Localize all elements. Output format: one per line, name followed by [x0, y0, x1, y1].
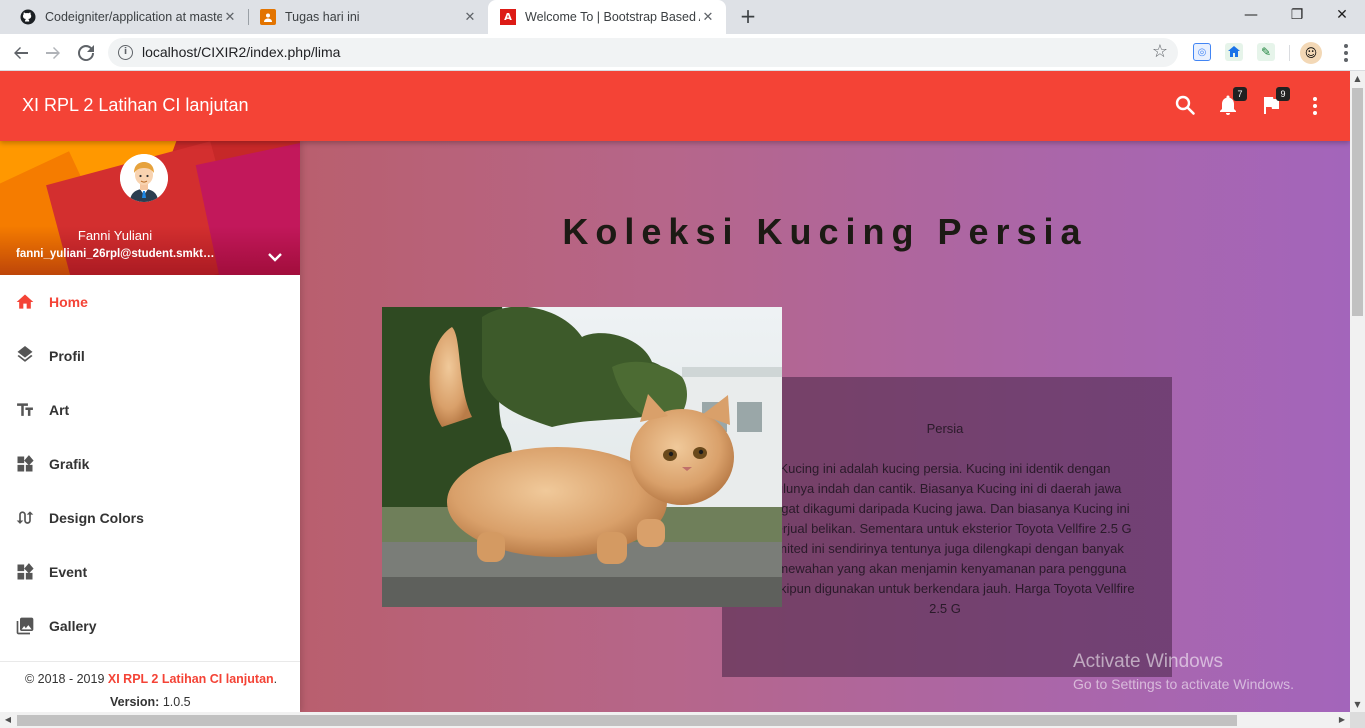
browser-tab[interactable]: Tugas hari ini ✕: [248, 0, 488, 34]
watermark-line-1: Activate Windows: [1073, 651, 1223, 672]
scroll-right-icon[interactable]: ▶: [1334, 712, 1350, 728]
toolbar-separator: [1289, 45, 1290, 61]
url-text: localhost/CIXIR2/index.php/lima: [142, 44, 341, 60]
menu-label: Event: [49, 564, 88, 580]
version-label: Version:: [110, 695, 160, 709]
user-avatar[interactable]: [120, 154, 168, 202]
tab-title: Welcome To | Bootstrap Based Ad: [525, 10, 700, 24]
scrollbar-corner: [1350, 712, 1365, 728]
reload-icon[interactable]: [73, 40, 99, 66]
text-fields-icon: [15, 400, 35, 420]
browser-menu-icon[interactable]: [1335, 40, 1357, 66]
new-tab-button[interactable]: +: [736, 5, 760, 29]
more-vert-icon[interactable]: [1302, 93, 1328, 119]
user-name: Fanni Yuliani: [77, 228, 153, 243]
scroll-left-icon[interactable]: ◀: [0, 712, 16, 728]
page-heading: Koleksi Kucing Persia: [562, 211, 1088, 252]
menu-label: Gallery: [49, 618, 97, 634]
extension-icon[interactable]: ◎: [1193, 43, 1211, 61]
home-extension-icon[interactable]: [1225, 43, 1243, 61]
photo-library-icon: [15, 616, 35, 636]
clip-extension-icon[interactable]: ✎: [1257, 43, 1275, 61]
restore-icon[interactable]: ❐: [1274, 0, 1320, 30]
app-title[interactable]: XI RPL 2 Latihan CI lanjutan: [22, 95, 248, 116]
user-email: fanni_yuliani_26rpl@student.smktelkom-ml…: [16, 248, 216, 260]
tab-close-icon[interactable]: ✕: [462, 10, 478, 25]
tasks-badge: 9: [1276, 87, 1290, 101]
menu-label: Grafik: [49, 456, 90, 472]
sidebar-item-home[interactable]: Home: [0, 275, 300, 329]
sidebar-item-gallery[interactable]: Gallery: [0, 599, 300, 653]
sidebar-footer: © 2018 - 2019 XI RPL 2 Latihan CI lanjut…: [0, 661, 300, 712]
tab-title: Tugas hari ini: [285, 10, 360, 24]
browser-tab-active[interactable]: A Welcome To | Bootstrap Based Ad ✕: [488, 0, 726, 34]
back-arrow-icon[interactable]: [8, 40, 34, 66]
swap-calls-icon: [15, 508, 35, 528]
window-close-icon[interactable]: ✕: [1319, 0, 1365, 30]
widgets-icon: [15, 454, 35, 474]
copyright-link[interactable]: XI RPL 2 Latihan CI lanjutan: [108, 672, 274, 686]
tab-title: Codeigniter/application at maste: [45, 10, 222, 24]
horizontal-scroll-thumb[interactable]: [17, 715, 1237, 726]
bookmark-star-icon[interactable]: ☆: [1152, 41, 1168, 62]
notifications-button[interactable]: 7: [1216, 87, 1247, 121]
address-bar[interactable]: i localhost/CIXIR2/index.php/lima ☆: [108, 38, 1178, 67]
sidebar-item-grafik[interactable]: Grafik: [0, 437, 300, 491]
home-icon: [15, 292, 35, 312]
app-bar: XI RPL 2 Latihan CI lanjutan 7 9: [0, 71, 1350, 141]
page-viewport: XI RPL 2 Latihan CI lanjutan 7 9 Fanni Y…: [0, 71, 1350, 712]
browser-tabstrip: Codeigniter/application at maste ✕ Tugas…: [0, 0, 1365, 34]
github-icon: [20, 9, 36, 25]
description-text: Persia Kucing ini adalah kucing persia. …: [755, 419, 1135, 619]
bell-icon: [1216, 95, 1240, 121]
minimize-icon[interactable]: —: [1228, 0, 1274, 30]
scroll-up-icon[interactable]: ▲: [1350, 71, 1365, 86]
card-title: Persia: [926, 421, 964, 436]
copyright-suffix: .: [273, 672, 278, 686]
browser-toolbar: i localhost/CIXIR2/index.php/lima ☆ ◎ ✎ …: [0, 34, 1365, 71]
forward-arrow-icon[interactable]: [40, 40, 66, 66]
copyright-prefix: © 2018 - 2019: [25, 672, 108, 686]
sidebar-item-event[interactable]: Event: [0, 545, 300, 599]
version-value: 1.0.5: [162, 695, 191, 709]
version-text: Version: 1.0.5: [110, 695, 191, 709]
tab-close-icon[interactable]: ✕: [700, 10, 716, 25]
tab-close-icon[interactable]: ✕: [222, 10, 238, 25]
horizontal-scrollbar[interactable]: ◀ ▶: [0, 712, 1350, 728]
widgets-icon: [15, 562, 35, 582]
watermark-line-2: Go to Settings to activate Windows.: [1073, 676, 1294, 692]
menu-label: Design Colors: [49, 510, 144, 526]
menu-label: Home: [49, 294, 88, 310]
main-menu: Home Profil Art Grafik Design Colors Eve…: [0, 275, 300, 653]
sidebar-item-profil[interactable]: Profil: [0, 329, 300, 383]
angular-icon: A: [500, 9, 516, 25]
flag-icon: [1259, 97, 1283, 121]
browser-tab[interactable]: Codeigniter/application at maste ✕: [8, 0, 248, 34]
menu-label: Profil: [49, 348, 85, 364]
left-sidebar: Fanni Yuliani fanni_yuliani_26rpl@studen…: [0, 141, 300, 712]
activate-windows-watermark: Activate Windows Go to Settings to activ…: [1073, 651, 1294, 692]
main-content: Koleksi Kucing Persia Persia Kucing ini …: [300, 141, 1350, 712]
chevron-down-icon[interactable]: [266, 249, 284, 263]
sidebar-item-art[interactable]: Art: [0, 383, 300, 437]
copyright-text: © 2018 - 2019 XI RPL 2 Latihan CI lanjut…: [25, 672, 277, 686]
sidebar-item-design-colors[interactable]: Design Colors: [0, 491, 300, 545]
persian-cat-photo[interactable]: [382, 307, 782, 607]
user-info-panel: Fanni Yuliani fanni_yuliani_26rpl@studen…: [0, 141, 300, 275]
profile-avatar[interactable]: ☺: [1300, 42, 1322, 64]
card-body: Kucing ini adalah kucing persia. Kucing …: [755, 461, 1135, 616]
search-icon[interactable]: [1173, 93, 1199, 119]
layers-icon: [15, 346, 35, 366]
classroom-icon: [260, 9, 276, 25]
notifications-badge: 7: [1233, 87, 1247, 101]
menu-label: Art: [49, 402, 70, 418]
vertical-scroll-thumb[interactable]: [1352, 88, 1363, 316]
scroll-down-icon[interactable]: ▼: [1350, 697, 1365, 712]
vertical-scrollbar[interactable]: ▲ ▼: [1350, 71, 1365, 712]
info-icon[interactable]: i: [118, 45, 133, 60]
tasks-button[interactable]: 9: [1259, 87, 1290, 121]
